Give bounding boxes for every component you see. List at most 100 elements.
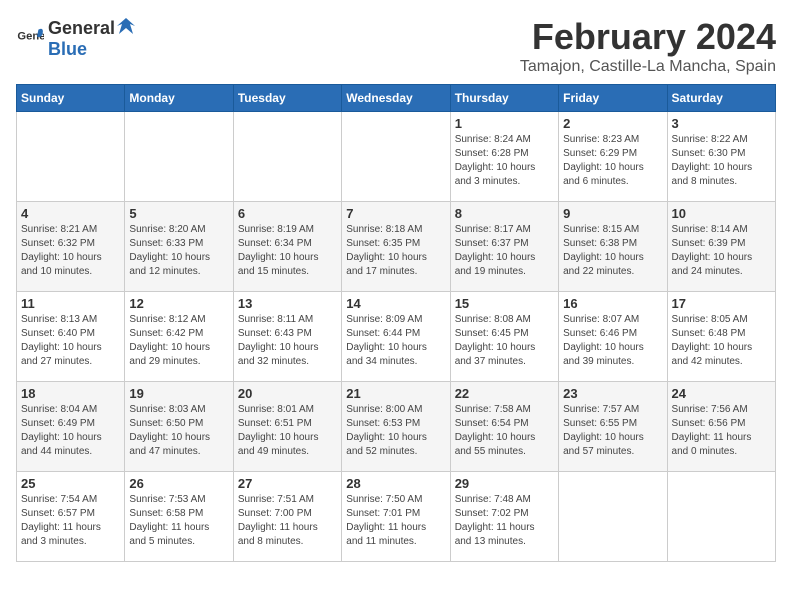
day-info: Sunrise: 7:50 AM Sunset: 7:01 PM Dayligh… [346,493,445,549]
day-info: Sunrise: 8:00 AM Sunset: 6:53 PM Dayligh… [346,403,445,459]
day-number: 10 [672,206,771,221]
weekday-header-tuesday: Tuesday [233,85,341,112]
calendar-cell: 12Sunrise: 8:12 AM Sunset: 6:42 PM Dayli… [125,292,233,382]
calendar-cell: 18Sunrise: 8:04 AM Sunset: 6:49 PM Dayli… [17,382,125,472]
day-info: Sunrise: 7:57 AM Sunset: 6:55 PM Dayligh… [563,403,662,459]
day-info: Sunrise: 8:24 AM Sunset: 6:28 PM Dayligh… [455,133,554,189]
day-info: Sunrise: 8:23 AM Sunset: 6:29 PM Dayligh… [563,133,662,189]
logo-icon: General [16,24,44,52]
location-title: Tamajon, Castille-La Mancha, Spain [520,58,776,76]
weekday-header-monday: Monday [125,85,233,112]
calendar-cell: 20 Sunrise: 8:01 AM Sunset: 6:51 PM Dayli… [233,382,341,472]
calendar-week-1: 1 Sunrise: 8:24 AM Sunset: 6:28 PM Daylig… [17,112,776,202]
calendar-cell: 4 Sunrise: 8:21 AM Sunset: 6:32 PM Daylig… [17,202,125,292]
weekday-header-friday: Friday [559,85,667,112]
calendar-cell: 10Sunrise: 8:14 AM Sunset: 6:39 PM Dayli… [667,202,775,292]
logo-text-blue: Blue [48,39,135,60]
day-number: 14 [346,296,445,311]
day-number: 17 [672,296,771,311]
day-info: Sunrise: 8:13 AM Sunset: 6:40 PM Dayligh… [21,313,120,369]
day-number: 2 [563,116,662,131]
calendar-cell [17,112,125,202]
calendar-week-4: 18Sunrise: 8:04 AM Sunset: 6:49 PM Dayli… [17,382,776,472]
calendar-week-2: 4 Sunrise: 8:21 AM Sunset: 6:32 PM Daylig… [17,202,776,292]
day-number: 18 [21,386,120,401]
day-number: 8 [455,206,554,221]
weekday-header-thursday: Thursday [450,85,558,112]
day-number: 21 [346,386,445,401]
calendar-cell: 25 Sunrise: 7:54 AM Sunset: 6:57 PM Dayli… [17,472,125,562]
day-info: Sunrise: 7:51 AM Sunset: 7:00 PM Dayligh… [238,493,337,549]
day-number: 25 [21,476,120,491]
calendar-cell [667,472,775,562]
title-area: February 2024 Tamajon, Castille-La Manch… [520,16,776,76]
logo: General General Blue [16,16,135,60]
day-number: 19 [129,386,228,401]
calendar-cell: 3 Sunrise: 8:22 AM Sunset: 6:30 PM Daylig… [667,112,775,202]
day-info: Sunrise: 7:53 AM Sunset: 6:58 PM Dayligh… [129,493,228,549]
weekday-header-saturday: Saturday [667,85,775,112]
day-info: Sunrise: 8:22 AM Sunset: 6:30 PM Dayligh… [672,133,771,189]
day-number: 22 [455,386,554,401]
day-number: 3 [672,116,771,131]
month-title: February 2024 [520,16,776,58]
calendar-cell: 22 Sunrise: 7:58 AM Sunset: 6:54 PM Dayli… [450,382,558,472]
day-number: 13 [238,296,337,311]
day-info: Sunrise: 7:58 AM Sunset: 6:54 PM Dayligh… [455,403,554,459]
calendar-cell [125,112,233,202]
day-info: Sunrise: 8:17 AM Sunset: 6:37 PM Dayligh… [455,223,554,279]
day-number: 16 [563,296,662,311]
calendar-cell: 8 Sunrise: 8:17 AM Sunset: 6:37 PM Daylig… [450,202,558,292]
calendar-cell: 23Sunrise: 7:57 AM Sunset: 6:55 PM Dayli… [559,382,667,472]
calendar-cell: 7Sunrise: 8:18 AM Sunset: 6:35 PM Daylig… [342,202,450,292]
calendar-cell: 21 Sunrise: 8:00 AM Sunset: 6:53 PM Dayli… [342,382,450,472]
day-info: Sunrise: 7:56 AM Sunset: 6:56 PM Dayligh… [672,403,771,459]
calendar-cell: 29Sunrise: 7:48 AM Sunset: 7:02 PM Dayli… [450,472,558,562]
day-number: 20 [238,386,337,401]
logo-text-general: General [48,18,115,39]
calendar-body: 1 Sunrise: 8:24 AM Sunset: 6:28 PM Daylig… [17,112,776,562]
calendar-cell: 13Sunrise: 8:11 AM Sunset: 6:43 PM Dayli… [233,292,341,382]
day-info: Sunrise: 8:08 AM Sunset: 6:45 PM Dayligh… [455,313,554,369]
weekday-header-row: SundayMondayTuesdayWednesdayThursdayFrid… [17,85,776,112]
day-info: Sunrise: 8:01 AM Sunset: 6:51 PM Dayligh… [238,403,337,459]
calendar-cell: 24 Sunrise: 7:56 AM Sunset: 6:56 PM Dayli… [667,382,775,472]
day-number: 5 [129,206,228,221]
calendar-cell: 2 Sunrise: 8:23 AM Sunset: 6:29 PM Daylig… [559,112,667,202]
day-number: 4 [21,206,120,221]
weekday-header-sunday: Sunday [17,85,125,112]
day-info: Sunrise: 8:19 AM Sunset: 6:34 PM Dayligh… [238,223,337,279]
day-number: 28 [346,476,445,491]
calendar-cell [233,112,341,202]
day-info: Sunrise: 8:05 AM Sunset: 6:48 PM Dayligh… [672,313,771,369]
day-number: 9 [563,206,662,221]
day-number: 1 [455,116,554,131]
calendar-cell [559,472,667,562]
calendar-week-3: 11 Sunrise: 8:13 AM Sunset: 6:40 PM Dayli… [17,292,776,382]
header: General General Blue February 2024 Tamaj… [16,16,776,76]
day-info: Sunrise: 8:09 AM Sunset: 6:44 PM Dayligh… [346,313,445,369]
calendar-cell: 1 Sunrise: 8:24 AM Sunset: 6:28 PM Daylig… [450,112,558,202]
day-number: 27 [238,476,337,491]
day-info: Sunrise: 8:12 AM Sunset: 6:42 PM Dayligh… [129,313,228,369]
day-number: 7 [346,206,445,221]
day-number: 6 [238,206,337,221]
calendar-cell: 5Sunrise: 8:20 AM Sunset: 6:33 PM Daylig… [125,202,233,292]
calendar-cell: 6 Sunrise: 8:19 AM Sunset: 6:34 PM Daylig… [233,202,341,292]
calendar-cell: 9 Sunrise: 8:15 AM Sunset: 6:38 PM Daylig… [559,202,667,292]
day-info: Sunrise: 8:15 AM Sunset: 6:38 PM Dayligh… [563,223,662,279]
calendar-week-5: 25 Sunrise: 7:54 AM Sunset: 6:57 PM Dayli… [17,472,776,562]
day-info: Sunrise: 7:54 AM Sunset: 6:57 PM Dayligh… [21,493,120,549]
day-number: 26 [129,476,228,491]
day-info: Sunrise: 7:48 AM Sunset: 7:02 PM Dayligh… [455,493,554,549]
calendar-cell: 28 Sunrise: 7:50 AM Sunset: 7:01 PM Dayli… [342,472,450,562]
calendar-cell: 26 Sunrise: 7:53 AM Sunset: 6:58 PM Dayli… [125,472,233,562]
day-info: Sunrise: 8:21 AM Sunset: 6:32 PM Dayligh… [21,223,120,279]
day-number: 11 [21,296,120,311]
calendar-cell: 16Sunrise: 8:07 AM Sunset: 6:46 PM Dayli… [559,292,667,382]
calendar-table: SundayMondayTuesdayWednesdayThursdayFrid… [16,84,776,562]
calendar-cell: 14 Sunrise: 8:09 AM Sunset: 6:44 PM Dayli… [342,292,450,382]
day-number: 24 [672,386,771,401]
day-number: 15 [455,296,554,311]
logo-bird-icon [117,16,135,34]
